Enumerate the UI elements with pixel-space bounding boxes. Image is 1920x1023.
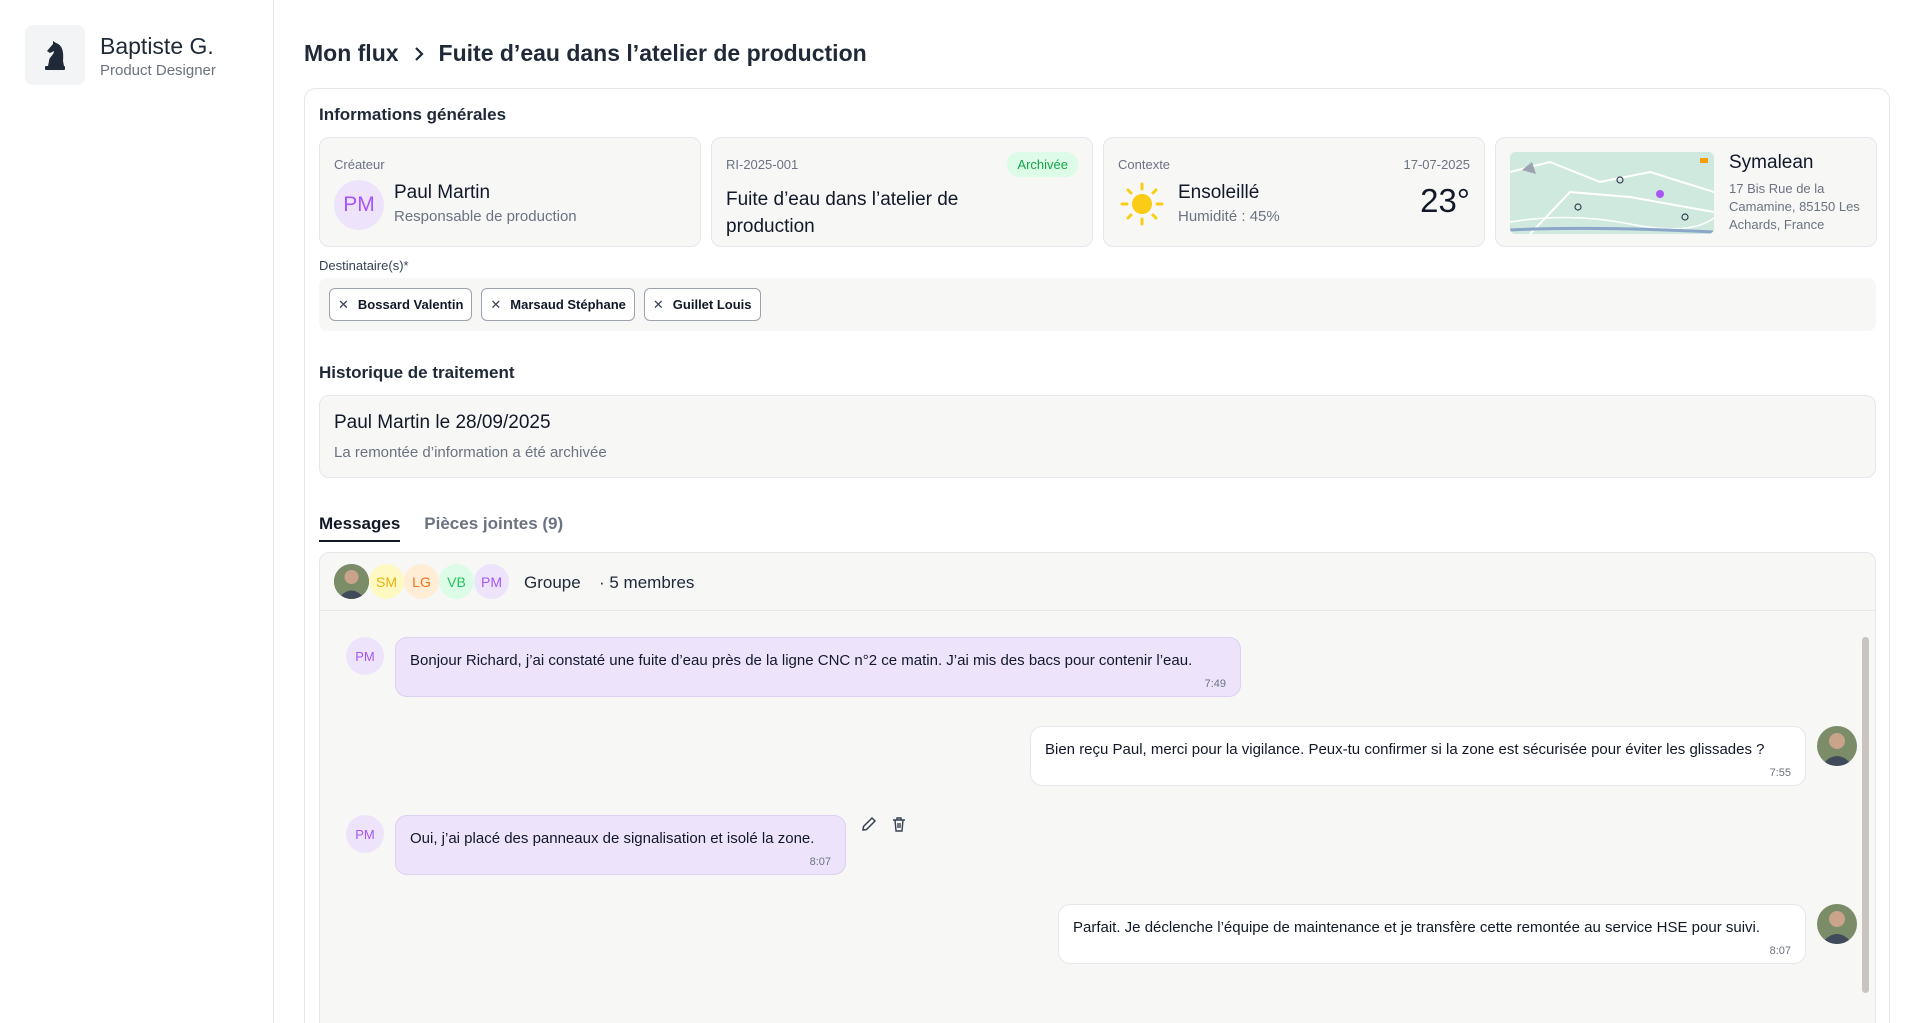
context-date: 17-07-2025: [1403, 157, 1471, 172]
close-icon[interactable]: ✕: [490, 297, 501, 313]
report-card: RI-2025-001 Archivée Fuite d’eau dans l’…: [711, 137, 1093, 247]
message-text: Bien reçu Paul, merci pour la vigilance.…: [1045, 741, 1765, 758]
message-avatar: PM: [346, 815, 384, 853]
avatar: PM: [474, 564, 509, 599]
tab-attachments[interactable]: Pièces jointes (9): [424, 514, 563, 542]
sun-icon: [1120, 182, 1164, 231]
weather-label: Ensoleillé: [1178, 182, 1260, 203]
close-icon[interactable]: ✕: [338, 297, 349, 313]
avatar: SM: [369, 564, 404, 599]
avatar: VB: [439, 564, 474, 599]
map-thumbnail[interactable]: [1510, 152, 1714, 234]
humidity-label: Humidité : 45%: [1178, 208, 1280, 225]
breadcrumb: Mon flux Fuite d’eau dans l’atelier de p…: [304, 40, 867, 67]
message-bubble: Bonjour Richard, j’ai constaté une fuite…: [395, 637, 1241, 697]
history-entry-title: Paul Martin le 28/09/2025: [334, 412, 551, 433]
creator-avatar: PM: [334, 180, 384, 230]
avatar: [1817, 904, 1857, 944]
chat-header: SM LG VB PM Groupe · 5 membres: [320, 553, 1875, 611]
chess-knight-icon: [25, 25, 85, 85]
general-info-title: Informations générales: [319, 105, 507, 124]
chevron-right-icon: [413, 46, 425, 62]
status-badge: Archivée: [1007, 152, 1078, 177]
user-name: Baptiste G.: [100, 32, 214, 59]
message-time: 8:07: [809, 856, 831, 868]
location-name: Symalean: [1729, 152, 1814, 173]
breadcrumb-root[interactable]: Mon flux: [304, 40, 399, 67]
history-title: Historique de traitement: [319, 363, 515, 382]
trash-icon[interactable]: [890, 815, 908, 833]
tab-messages[interactable]: Messages: [319, 514, 401, 542]
recipients-field[interactable]: ✕ Bossard Valentin ✕ Marsaud Stéphane ✕ …: [319, 278, 1876, 331]
recipient-chip[interactable]: ✕ Marsaud Stéphane: [481, 288, 635, 321]
report-title: Fuite d’eau dans l’atelier de production: [726, 189, 959, 237]
recipient-name: Marsaud Stéphane: [510, 297, 626, 312]
creator-label: Créateur: [334, 157, 385, 172]
avatar: [1817, 726, 1857, 766]
location-address: 17 Bis Rue de la Camamine, 85150 Les Ach…: [1729, 181, 1860, 232]
message-text: Parfait. Je déclenche l’équipe de mainte…: [1073, 919, 1761, 936]
message-time: 7:55: [1769, 767, 1791, 779]
creator-role: Responsable de production: [394, 208, 577, 225]
message-bubble: Bien reçu Paul, merci pour la vigilance.…: [1030, 726, 1806, 786]
chat-panel: SM LG VB PM Groupe · 5 membres PM Bonjou…: [319, 552, 1876, 1023]
group-member-count: · 5 membres: [599, 573, 695, 592]
history-entry: Paul Martin le 28/09/2025 La remontée d’…: [319, 395, 1876, 478]
temperature: 23°: [1420, 182, 1470, 219]
report-panel: Informations générales Créateur PM Paul …: [304, 88, 1890, 1023]
message-time: 8:07: [1769, 945, 1791, 957]
message-bubble: Parfait. Je déclenche l’équipe de mainte…: [1058, 904, 1806, 964]
recipients-label: Destinataire(s)*: [319, 258, 409, 273]
recipient-chip[interactable]: ✕ Guillet Louis: [643, 288, 761, 321]
history-entry-text: La remontée d’information a été archivée: [334, 444, 607, 461]
avatar: [334, 564, 369, 599]
user-role: Product Designer: [100, 61, 216, 79]
edit-icon[interactable]: [860, 815, 878, 833]
context-card: Contexte 17-07-2025 Ensoleillé Humidité …: [1103, 137, 1485, 247]
location-card[interactable]: Symalean 17 Bis Rue de la Camamine, 8515…: [1495, 137, 1877, 247]
message-text: Oui, j’ai placé des panneaux de signalis…: [410, 830, 815, 847]
message-text: Bonjour Richard, j’ai constaté une fuite…: [410, 652, 1193, 669]
sidebar: Baptiste G. Product Designer: [0, 0, 274, 1023]
message-bubble: Oui, j’ai placé des panneaux de signalis…: [395, 815, 846, 875]
tab-bar: Messages Pièces jointes (9): [319, 514, 563, 542]
group-avatars: SM LG VB PM: [334, 564, 509, 599]
group-name: Groupe: [524, 573, 581, 592]
avatar: LG: [404, 564, 439, 599]
recipient-chip[interactable]: ✕ Bossard Valentin: [329, 288, 473, 321]
user-profile[interactable]: Baptiste G. Product Designer: [25, 25, 216, 85]
creator-name: Paul Martin: [394, 182, 491, 203]
recipient-name: Bossard Valentin: [357, 297, 464, 312]
creator-card: Créateur PM Paul Martin Responsable de p…: [319, 137, 701, 247]
close-icon[interactable]: ✕: [653, 297, 664, 313]
message-time: 7:49: [1204, 678, 1226, 690]
chat-scrollbar[interactable]: [1862, 637, 1869, 993]
report-id: RI-2025-001: [726, 157, 799, 172]
breadcrumb-current: Fuite d’eau dans l’atelier de production: [438, 40, 867, 66]
context-label: Contexte: [1118, 157, 1171, 172]
main-content: Mon flux Fuite d’eau dans l’atelier de p…: [304, 0, 1892, 1023]
recipient-name: Guillet Louis: [672, 297, 752, 312]
message-avatar: PM: [346, 637, 384, 675]
